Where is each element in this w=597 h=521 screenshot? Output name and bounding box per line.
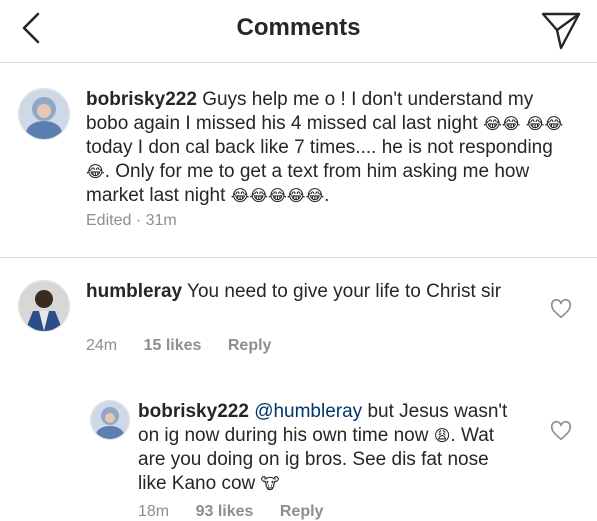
header-bar: Comments	[0, 0, 597, 63]
avatar[interactable]	[18, 280, 70, 332]
reply-mention[interactable]: @humbleray	[254, 401, 362, 422]
comment-likes[interactable]: 15 likes	[144, 337, 202, 354]
reply-likes[interactable]: 93 likes	[196, 503, 254, 520]
divider	[0, 257, 597, 258]
reply-username[interactable]: bobrisky222	[138, 401, 249, 422]
reply-button[interactable]: Reply	[228, 337, 272, 354]
laughing-emoji-icon: 😂😂	[525, 114, 564, 133]
laughing-emoji-icon: 😂😂	[483, 114, 521, 133]
reply-text: bobrisky222 @humbleray but Jesus wasn't …	[138, 400, 518, 496]
reply-meta: 18m 93 likes Reply	[138, 503, 345, 521]
avatar[interactable]	[18, 88, 70, 140]
page-title: Comments	[236, 14, 361, 41]
heart-outline-icon[interactable]	[550, 420, 572, 442]
cow-face-emoji-icon: 🐮	[260, 474, 280, 493]
comment-username[interactable]: humbleray	[86, 281, 182, 302]
heart-outline-icon[interactable]	[550, 298, 572, 320]
caption-username[interactable]: bobrisky222	[86, 89, 197, 110]
laughing-emoji-icon: 😂	[86, 162, 105, 181]
avatar[interactable]	[90, 400, 130, 440]
direct-send-icon[interactable]	[539, 8, 583, 52]
comment-body: You need to give your life to Christ sir	[187, 281, 502, 302]
caption-text-part-4: .	[324, 185, 330, 206]
caption-text: bobrisky222 Guys help me o ! I don't und…	[86, 88, 576, 208]
weary-face-emoji-icon: 😩	[433, 426, 451, 445]
caption-meta: Edited · 31m	[86, 212, 177, 229]
comment-meta: 24m 15 likes Reply	[86, 337, 293, 355]
reply-button[interactable]: Reply	[280, 503, 324, 520]
caption-text-part-2: today I don cal back like 7 times.... he…	[86, 137, 553, 158]
laughing-emoji-icon: 😂😂😂😂😂	[230, 186, 325, 205]
comment-text: humbleray You need to give your life to …	[86, 280, 526, 304]
comment-time: 24m	[86, 337, 118, 354]
reply-time: 18m	[138, 503, 170, 520]
